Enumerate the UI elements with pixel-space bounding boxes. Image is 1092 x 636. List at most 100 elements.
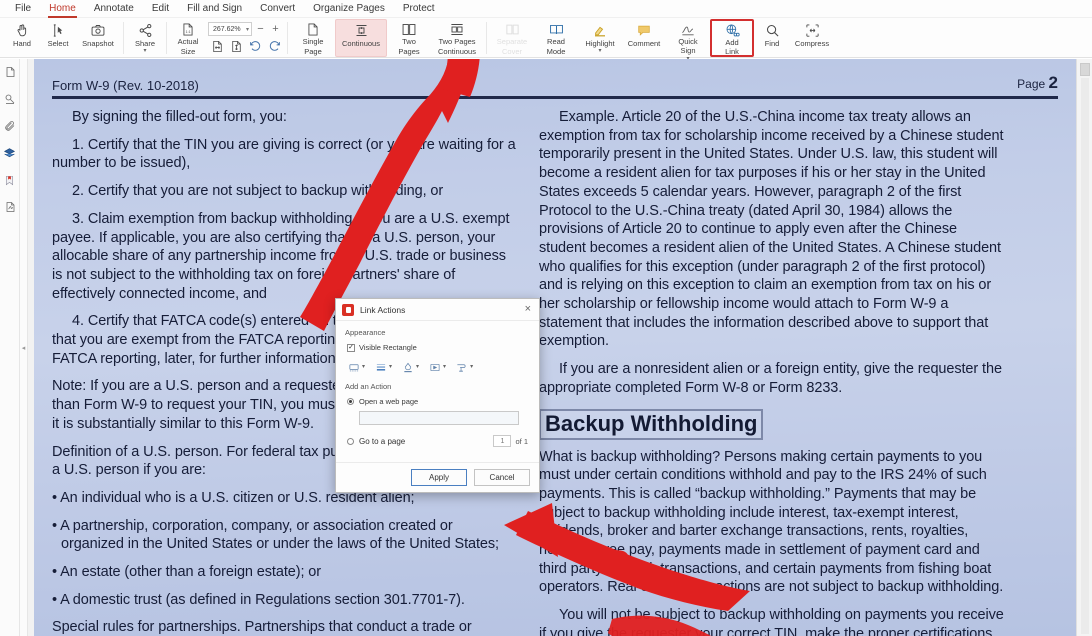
chevron-down-icon[interactable]: ▾: [389, 364, 392, 370]
actual-size-button[interactable]: 1:1 Actual Size: [170, 19, 206, 57]
close-icon[interactable]: ×: [523, 304, 533, 315]
highlight-style-control[interactable]: ▾: [428, 361, 446, 373]
rotate-left-button[interactable]: [247, 38, 263, 54]
left-sidebar: [0, 59, 20, 636]
go-to-page-row[interactable]: Go to a page 1 of 1: [347, 435, 530, 447]
share-button[interactable]: Share ▾: [127, 19, 163, 57]
line-thickness-control[interactable]: ▾: [374, 361, 392, 373]
two-pages-continuous-button[interactable]: Two Pages Continuous: [431, 19, 483, 57]
menu-item-annotate[interactable]: Annotate: [85, 1, 143, 17]
border-style-control[interactable]: ▾: [347, 361, 365, 373]
paragraph: 2. Certify that you are not subject to b…: [72, 183, 444, 200]
menu-item-protect[interactable]: Protect: [394, 1, 444, 17]
menu-item-organize-pages[interactable]: Organize Pages: [304, 1, 394, 17]
line-color-icon: [401, 361, 414, 373]
apply-button[interactable]: Apply: [411, 469, 467, 486]
chevron-down-icon[interactable]: ▾: [470, 364, 473, 370]
sidebar-item-layers[interactable]: [3, 146, 17, 160]
zoom-controls: 267.62% ▾ − +: [206, 19, 284, 55]
sidebar-item-attachments[interactable]: [3, 119, 17, 133]
menu-item-edit[interactable]: Edit: [143, 1, 178, 17]
visible-rectangle-label: Visible Rectangle: [359, 343, 417, 352]
fit-page-button[interactable]: [228, 38, 244, 54]
line-color-control[interactable]: ▾: [401, 361, 419, 373]
zoom-in-button[interactable]: +: [269, 22, 282, 36]
actual-size-label-line2: Size: [180, 46, 196, 56]
pdf-page[interactable]: Form W-9 (Rev. 10-2018) Page 2 By signin…: [34, 59, 1076, 636]
link-actions-dialog[interactable]: Link Actions × Appearance ✓ Visible Rect…: [335, 298, 540, 493]
fit-width-button[interactable]: [209, 38, 225, 54]
document-viewport[interactable]: Form W-9 (Rev. 10-2018) Page 2 By signin…: [28, 59, 1092, 636]
visible-rectangle-checkbox[interactable]: ✓: [347, 343, 355, 352]
chevron-down-icon[interactable]: ▾: [143, 48, 146, 54]
app-icon: [342, 303, 354, 316]
fill-color-control[interactable]: ▾: [455, 361, 473, 373]
work-area: ◂ Form W-9 (Rev. 10-2018) Page 2 By sign…: [0, 59, 1092, 636]
open-web-page-radio[interactable]: [347, 398, 354, 405]
snapshot-tool-button[interactable]: Snapshot: [76, 19, 120, 57]
sidebar-item-thumbnails[interactable]: [3, 65, 17, 79]
highlight-button[interactable]: Highlight ▾: [578, 19, 622, 57]
document-scrollbar[interactable]: [1076, 59, 1092, 636]
menu-bar: File Home Annotate Edit Fill and Sign Co…: [0, 0, 1092, 18]
quick-sign-label-line2: Sign: [680, 46, 696, 56]
scrollbar-track[interactable]: [1081, 78, 1089, 634]
find-button[interactable]: Find: [754, 19, 790, 57]
paragraph: By signing the filled-out form, you:: [72, 109, 287, 125]
ribbon-group-tools: Hand Select Snapshot: [4, 19, 120, 57]
continuous-button[interactable]: Continuous: [335, 19, 387, 57]
highlight-label: Highlight: [585, 39, 615, 48]
cancel-button[interactable]: Cancel: [474, 469, 530, 486]
ribbon-group-layout: Single Page Continuous Two Pages Two Pag…: [291, 19, 483, 57]
menu-item-convert[interactable]: Convert: [251, 1, 304, 17]
separate-cover-button[interactable]: Separate Cover: [490, 19, 534, 57]
go-to-page-radio[interactable]: [347, 437, 354, 445]
page-number: 2: [1048, 73, 1058, 92]
zoom-out-button[interactable]: −: [254, 22, 267, 36]
rotate-right-button[interactable]: [266, 38, 282, 54]
hand-icon: [15, 22, 30, 39]
chevron-down-icon[interactable]: ▾: [416, 364, 419, 370]
select-tool-button[interactable]: Select: [40, 19, 76, 57]
appearance-style-row: ▾ ▾ ▾ ▾ ▾: [347, 361, 530, 373]
url-input[interactable]: [359, 411, 519, 425]
sidebar-item-stamp[interactable]: [3, 92, 17, 106]
open-web-page-row[interactable]: Open a web page: [347, 397, 530, 406]
sidebar-resize-handle[interactable]: ◂: [20, 59, 28, 636]
chevron-down-icon[interactable]: ▾: [246, 26, 249, 33]
sidebar-item-bookmarks[interactable]: [3, 173, 17, 187]
scrollbar-thumb[interactable]: [1080, 63, 1090, 76]
comment-button[interactable]: Comment: [622, 19, 666, 57]
zoom-level-combobox[interactable]: 267.62% ▾: [208, 22, 252, 36]
zoom-level-value: 267.62%: [213, 25, 241, 33]
menu-item-home[interactable]: Home: [40, 1, 85, 18]
search-icon: [765, 22, 780, 39]
sidebar-item-signatures[interactable]: [3, 200, 17, 214]
menu-item-fill-and-sign[interactable]: Fill and Sign: [178, 1, 251, 17]
two-pages-continuous-label-line1: Two Pages: [438, 37, 476, 47]
add-link-label-line2: Link: [725, 47, 739, 57]
compress-button[interactable]: Compress: [790, 19, 834, 57]
single-page-button[interactable]: Single Page: [291, 19, 335, 57]
chevron-down-icon[interactable]: ▾: [598, 48, 601, 54]
two-pages-button[interactable]: Two Pages: [387, 19, 431, 57]
paragraph: Special rules for partnerships. Partners…: [52, 619, 472, 636]
visible-rectangle-row[interactable]: ✓ Visible Rectangle: [347, 343, 530, 352]
menu-item-file[interactable]: File: [6, 1, 40, 17]
form-title: Form W-9 (Rev. 10-2018): [52, 78, 199, 93]
single-page-label-line1: Single: [302, 37, 324, 47]
chevron-down-icon[interactable]: ▾: [443, 364, 446, 370]
dialog-title-bar[interactable]: Link Actions ×: [336, 299, 539, 321]
comment-label: Comment: [627, 39, 661, 48]
chevron-down-icon[interactable]: ▾: [362, 364, 365, 370]
page-fit-row: [208, 37, 282, 55]
read-mode-button[interactable]: Read Mode: [534, 19, 578, 57]
hand-tool-button[interactable]: Hand: [4, 19, 40, 57]
two-pages-icon: [401, 22, 417, 37]
quick-sign-button[interactable]: Quick Sign ▾: [666, 19, 710, 62]
add-link-button[interactable]: Add Link: [710, 19, 754, 57]
page-number-input[interactable]: 1: [493, 435, 512, 447]
separate-cover-label-line1: Separate: [496, 37, 528, 47]
section-heading-backup-withholding[interactable]: Backup Withholding: [539, 408, 764, 440]
compress-label: Compress: [794, 39, 830, 48]
